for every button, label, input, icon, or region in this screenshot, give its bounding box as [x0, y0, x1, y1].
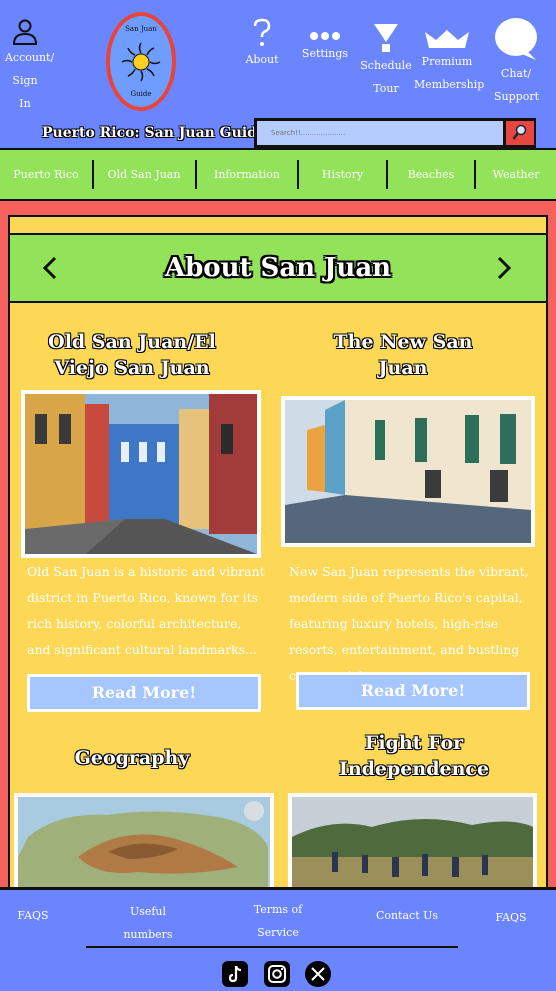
chat-bubble-icon — [495, 18, 537, 60]
footer-link-useful-numbers[interactable]: Useful numbers — [118, 900, 178, 946]
tiktok-icon[interactable] — [222, 961, 248, 987]
premium-label: Premium Membership — [414, 55, 485, 91]
search-button[interactable] — [506, 121, 534, 145]
site-header: Account/ Sign In San Juan Guide About Se… — [0, 0, 556, 148]
footer-link-faqs-2[interactable]: FAQS — [488, 906, 534, 929]
footer-link-terms-of-service[interactable]: Terms of Service — [248, 898, 308, 944]
about-header-bar: About San Juan — [10, 233, 546, 303]
settings-label: Settings — [301, 47, 349, 60]
search-bar — [254, 118, 536, 148]
main-nav: Puerto Rico Old San Juan Information His… — [0, 148, 556, 201]
logo-text-top: San Juan — [125, 25, 157, 33]
card-title-old-san-juan: Old San Juan/El Viejo San Juan — [48, 331, 216, 379]
site-footer: FAQS Useful numbers Terms of Service Con… — [0, 887, 556, 991]
nav-item-puerto-rico[interactable]: Puerto Rico — [0, 150, 92, 199]
card-title-geography: Geography — [74, 747, 190, 769]
crown-icon — [425, 30, 469, 48]
nav-item-old-san-juan[interactable]: Old San Juan — [94, 150, 194, 199]
search-input[interactable] — [257, 121, 503, 145]
logo-text-bottom: Guide — [130, 90, 152, 98]
site-title: Puerto Rico: San Juan Guide — [42, 125, 266, 141]
independence-painting-image — [288, 793, 537, 887]
sun-icon — [121, 42, 161, 82]
card-text-new-san-juan: New San Juan represents the vibrant, mod… — [289, 564, 529, 683]
search-icon — [512, 124, 527, 140]
read-more-button-new-san-juan[interactable]: Read More! — [296, 672, 530, 710]
about-link[interactable]: About — [242, 18, 282, 71]
read-more-button-old-san-juan[interactable]: Read More! — [27, 674, 261, 712]
card-title-fight-for-independence: Fight For Independence — [338, 732, 490, 780]
chat-support-link[interactable]: Chat/ Support — [488, 16, 544, 108]
nav-item-weather[interactable]: Weather — [476, 150, 556, 199]
about-panel: About San Juan Old San Juan/El Viejo San… — [8, 215, 548, 887]
geography-map-image — [14, 793, 274, 887]
x-icon[interactable] — [305, 961, 331, 987]
card-text-old-san-juan: Old San Juan is a historic and vibrant d… — [27, 564, 265, 657]
chevron-right-icon[interactable] — [492, 255, 516, 281]
card-title-new-san-juan: The New San Juan — [333, 331, 473, 379]
account-sign-in-link[interactable]: Account/ Sign In — [0, 18, 55, 115]
footer-link-contact-us[interactable]: Contact Us — [372, 904, 442, 927]
nav-item-information[interactable]: Information — [197, 150, 297, 199]
chat-label: Chat/ Support — [494, 67, 540, 103]
about-label: About — [245, 53, 279, 66]
old-san-juan-photo — [21, 390, 261, 558]
instagram-icon[interactable] — [264, 961, 290, 987]
account-label: Account/ Sign In — [5, 51, 55, 110]
user-icon — [12, 19, 38, 45]
schedule-label: Schedule Tour — [360, 59, 412, 95]
premium-membership-link[interactable]: Premium Membership — [414, 28, 485, 96]
map-pin-icon — [374, 24, 398, 52]
more-dots-icon — [310, 32, 340, 40]
nav-item-history[interactable]: History — [299, 150, 386, 199]
section-title: About San Juan — [164, 253, 392, 283]
main-content: About San Juan Old San Juan/El Viejo San… — [0, 201, 556, 887]
new-san-juan-photo — [281, 396, 535, 547]
site-logo[interactable]: San Juan Guide — [106, 12, 176, 111]
footer-divider — [86, 946, 458, 948]
question-mark-icon — [253, 18, 271, 46]
settings-link[interactable]: Settings — [300, 30, 350, 65]
schedule-tour-link[interactable]: Schedule Tour — [358, 22, 414, 100]
footer-link-faqs[interactable]: FAQS — [8, 904, 58, 927]
nav-item-beaches[interactable]: Beaches — [388, 150, 474, 199]
